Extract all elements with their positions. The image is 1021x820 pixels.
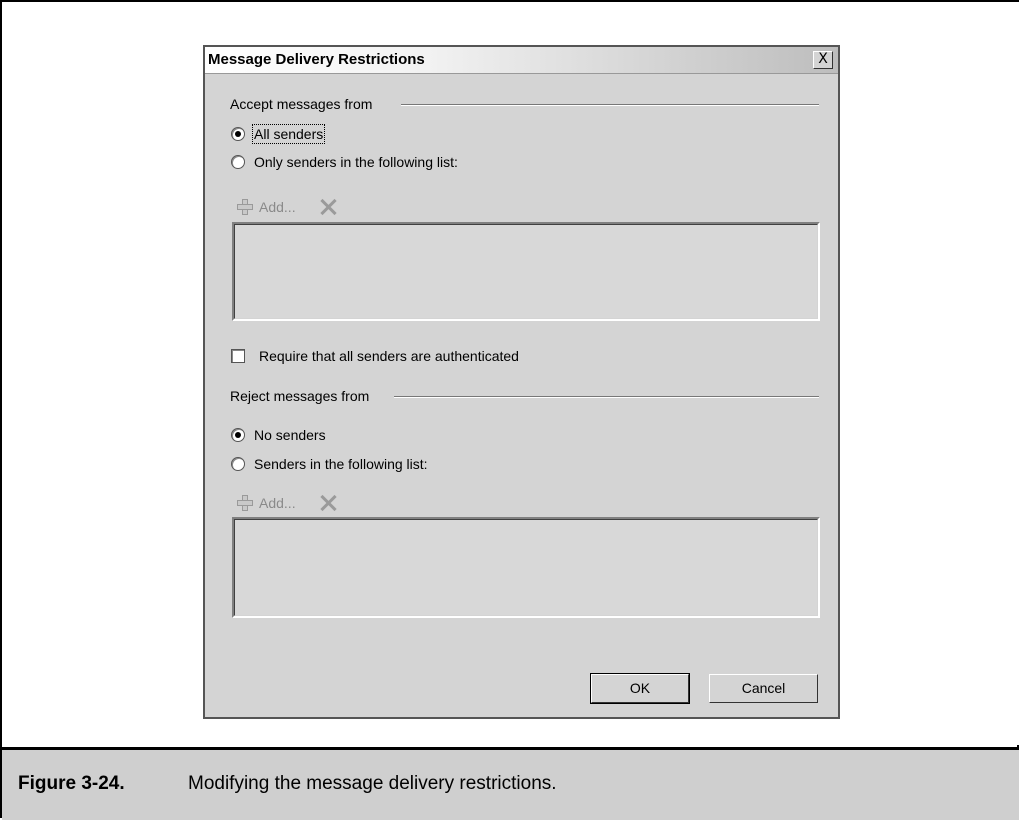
- radio-button-icon[interactable]: [231, 127, 245, 141]
- reject-senders-list[interactable]: [232, 517, 820, 618]
- radio-only-senders-label: Only senders in the following list:: [254, 154, 458, 170]
- reject-group-divider: [394, 396, 819, 398]
- reject-group-label: Reject messages from: [230, 388, 370, 404]
- radio-no-senders-label: No senders: [254, 427, 326, 443]
- reject-list-toolbar: Add...: [235, 493, 338, 513]
- figure-frame: Message Delivery Restrictions X Accept m…: [0, 0, 1019, 820]
- accept-group-label: Accept messages from: [230, 96, 373, 112]
- figure-area: Message Delivery Restrictions X Accept m…: [2, 2, 1019, 745]
- title-bar: Message Delivery Restrictions X: [205, 47, 838, 74]
- delete-icon[interactable]: [318, 493, 338, 513]
- ok-button[interactable]: OK: [590, 673, 690, 704]
- close-button[interactable]: X: [813, 51, 833, 69]
- cancel-button[interactable]: Cancel: [709, 674, 818, 703]
- delete-icon[interactable]: [318, 197, 338, 217]
- radio-button-icon[interactable]: [231, 457, 245, 471]
- radio-button-icon[interactable]: [231, 428, 245, 442]
- caption-text: Modifying the message delivery restricti…: [188, 773, 557, 794]
- accept-group-divider: [401, 104, 819, 106]
- radio-only-senders-in-list[interactable]: Only senders in the following list:: [231, 154, 458, 170]
- radio-senders-in-list-label: Senders in the following list:: [254, 456, 428, 472]
- dialog-title: Message Delivery Restrictions: [208, 51, 425, 68]
- radio-button-icon[interactable]: [231, 155, 245, 169]
- require-authentication-label: Require that all senders are authenticat…: [259, 348, 519, 364]
- listbox-inner-border: [234, 519, 818, 616]
- figure-caption: Figure 3-24. Modifying the message deliv…: [2, 747, 1019, 820]
- accept-senders-list[interactable]: [232, 222, 820, 321]
- radio-senders-in-list[interactable]: Senders in the following list:: [231, 456, 428, 472]
- add-icon: [235, 197, 255, 217]
- add-icon: [235, 493, 255, 513]
- figure-number: Figure 3-24.: [18, 773, 125, 794]
- accept-add-button[interactable]: Add...: [259, 199, 296, 215]
- radio-all-senders-label: All senders: [251, 124, 326, 144]
- require-authentication-checkbox[interactable]: Require that all senders are authenticat…: [231, 348, 519, 364]
- message-delivery-restrictions-dialog: Message Delivery Restrictions X Accept m…: [203, 45, 840, 719]
- accept-list-toolbar: Add...: [235, 197, 338, 217]
- radio-no-senders[interactable]: No senders: [231, 427, 326, 443]
- radio-all-senders[interactable]: All senders: [231, 124, 326, 144]
- checkbox-icon[interactable]: [231, 349, 245, 363]
- listbox-inner-border: [234, 224, 818, 319]
- reject-add-button[interactable]: Add...: [259, 495, 296, 511]
